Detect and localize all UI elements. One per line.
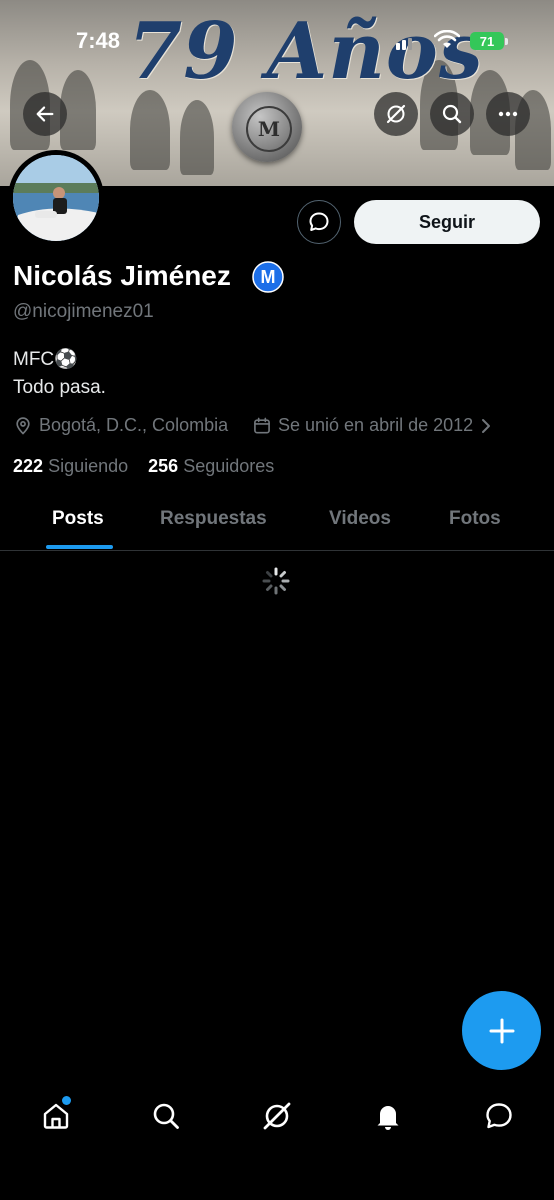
back-button[interactable]: [23, 92, 67, 136]
messages-icon: [486, 1103, 512, 1129]
signal-icon: [396, 38, 412, 50]
location-pin-icon: [16, 416, 30, 435]
bio-line: MFC⚽: [13, 349, 78, 370]
search-button[interactable]: [430, 92, 474, 136]
tabs-divider: [0, 550, 554, 551]
active-tab-indicator: [46, 545, 113, 549]
compose-post-button[interactable]: [462, 991, 541, 1070]
profile-joined[interactable]: Se unió en abril de 2012: [252, 415, 493, 436]
nav-search[interactable]: [146, 1096, 186, 1136]
nav-messages[interactable]: [479, 1096, 519, 1136]
loading-spinner-icon: [262, 567, 290, 595]
avatar[interactable]: [13, 155, 99, 241]
banner-title: 79 Años: [128, 6, 484, 97]
follow-counts: 222 Siguiendo 256 Seguidores: [13, 456, 274, 477]
profile-bio: MFC⚽ Todo pasa.: [13, 346, 106, 402]
bio-line: Todo pasa.: [13, 377, 106, 398]
profile-name: Nicolás Jiménez: [13, 260, 231, 291]
followers-link[interactable]: 256 Seguidores: [148, 456, 274, 476]
nav-notifications[interactable]: [368, 1096, 408, 1136]
battery-tip: [505, 38, 508, 45]
grok-icon: [386, 104, 406, 124]
search-icon: [442, 104, 462, 124]
status-time: 7:48: [76, 28, 121, 53]
chevron-right-icon: [482, 418, 491, 433]
tab-fotos[interactable]: Fotos: [449, 508, 501, 530]
nav-grok[interactable]: [257, 1096, 297, 1136]
notifications-icon: [377, 1106, 399, 1130]
following-label: Siguiendo: [48, 456, 129, 476]
profile-location: Bogotá, D.C., Colombia: [13, 415, 228, 436]
joined-text: Se unió en abril de 2012: [278, 415, 474, 435]
verified-badge-icon[interactable]: M: [252, 261, 284, 293]
back-arrow-icon: [36, 106, 54, 122]
home-notification-dot: [62, 1096, 71, 1105]
message-button[interactable]: [297, 200, 341, 244]
calendar-icon: [254, 417, 270, 433]
grok-button[interactable]: [374, 92, 418, 136]
grok-icon: [263, 1102, 291, 1130]
tab-posts[interactable]: Posts: [52, 508, 104, 530]
tab-respuestas[interactable]: Respuestas: [160, 508, 267, 530]
battery-indicator: 71: [470, 32, 504, 50]
profile-handle: @nicojimenez01: [13, 301, 154, 322]
club-seal-logo: M: [232, 92, 302, 162]
follow-button[interactable]: Seguir: [354, 200, 540, 244]
tab-videos[interactable]: Videos: [329, 508, 391, 530]
following-link[interactable]: 222 Siguiendo: [13, 456, 128, 476]
wifi-icon: [434, 30, 460, 48]
more-icon: [498, 111, 518, 117]
search-icon: [153, 1103, 179, 1129]
plus-icon: [489, 1018, 514, 1043]
more-button[interactable]: [486, 92, 530, 136]
badge-letter: M: [261, 267, 276, 287]
avatar-photo: [13, 155, 99, 241]
followers-count: 256: [148, 456, 179, 476]
message-icon: [309, 212, 329, 231]
following-count: 222: [13, 456, 44, 476]
location-text: Bogotá, D.C., Colombia: [39, 415, 229, 435]
followers-label: Seguidores: [183, 456, 275, 476]
